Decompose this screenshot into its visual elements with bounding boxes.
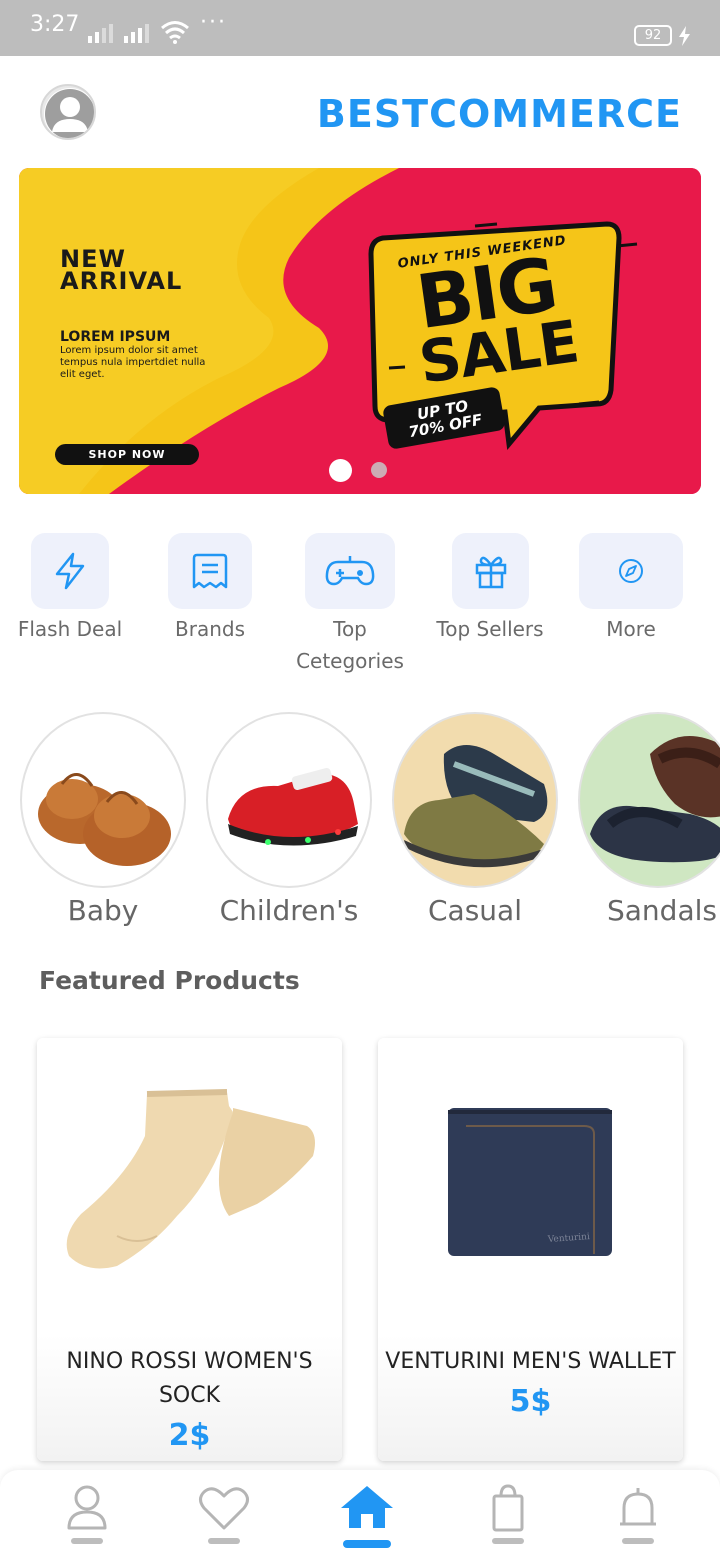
nav-cart[interactable]: [478, 1484, 538, 1554]
nav-indicator: [208, 1538, 240, 1544]
category-childrens[interactable]: [206, 712, 372, 888]
top-categories-label: Top Cetegories: [270, 613, 430, 677]
compass-icon: [619, 559, 643, 583]
wifi-icon: [161, 21, 189, 44]
carousel-dot[interactable]: [371, 462, 387, 478]
nav-profile[interactable]: [57, 1484, 117, 1554]
category-sandals[interactable]: [578, 712, 720, 888]
category-sandals-label: Sandals: [607, 894, 717, 927]
banner-lorem-title: LOREM IPSUM: [60, 329, 171, 345]
bell-icon: [620, 1488, 656, 1526]
battery-icon: 92: [634, 25, 672, 46]
top-categories-label-line1: Top: [333, 617, 367, 641]
signal-icon: [88, 24, 113, 43]
top-categories-label-line2: Cetegories: [296, 649, 404, 673]
nav-indicator-active: [343, 1540, 391, 1548]
lightning-icon: [55, 552, 85, 590]
avatar[interactable]: [40, 84, 96, 140]
promo-banner[interactable]: NEW ARRIVAL LOREM IPSUM Lorem ipsum dolo…: [19, 168, 701, 494]
category-casual-label: Casual: [428, 894, 522, 927]
featured-products-title: Featured Products: [39, 966, 300, 995]
banner-arrival-text: ARRIVAL: [60, 267, 183, 295]
baby-shoes-image: [38, 773, 171, 866]
top-sellers-button[interactable]: [452, 533, 529, 609]
nav-indicator: [622, 1538, 654, 1544]
childrens-shoes-image: [228, 767, 358, 846]
status-more-dots: ···: [200, 10, 227, 35]
brands-button[interactable]: [168, 533, 252, 609]
profile-icon: [67, 1485, 107, 1530]
product-card[interactable]: Venturini VENTURINI MEN'S WALLET 5$: [378, 1038, 683, 1461]
brand-title: BESTCOMMERCE: [316, 92, 682, 136]
category-childrens-label: Children's: [219, 894, 359, 927]
product-price: 5$: [509, 1384, 552, 1419]
nav-indicator: [71, 1538, 103, 1544]
heart-icon: [199, 1487, 249, 1530]
product-card[interactable]: NINO ROSSI WOMEN'S SOCK 2$: [37, 1038, 342, 1461]
signal-icon: [124, 24, 149, 43]
shop-now-button[interactable]: SHOP NOW: [55, 444, 199, 465]
nav-favorites[interactable]: [194, 1484, 254, 1554]
top-categories-button[interactable]: [305, 533, 395, 609]
nav-notifications[interactable]: [608, 1484, 668, 1554]
category-baby[interactable]: [20, 712, 186, 888]
flash-deal-button[interactable]: [31, 533, 109, 609]
gamepad-icon: [325, 556, 375, 586]
sandals-image: [590, 736, 720, 863]
product-price: 2$: [168, 1418, 211, 1453]
status-bar: 3:27 ··· 92: [0, 0, 720, 56]
banner-new-arrival: NEW ARRIVAL: [60, 247, 183, 295]
receipt-icon: [192, 553, 228, 589]
more-label: More: [606, 617, 656, 641]
user-avatar-icon: [44, 88, 94, 138]
charging-icon: [679, 26, 690, 46]
product-name: NINO ROSSI WOMEN'S SOCK: [37, 1345, 342, 1413]
brands-label: Brands: [175, 617, 245, 641]
banner-lorem-body: Lorem ipsum dolor sit amet tempus nula i…: [60, 345, 206, 380]
status-time: 3:27: [30, 12, 80, 37]
wallet-image: Venturini: [448, 1108, 612, 1256]
nav-home[interactable]: [337, 1484, 397, 1554]
battery-level: 92: [644, 28, 662, 43]
category-casual[interactable]: [392, 712, 558, 888]
more-button[interactable]: [579, 533, 683, 609]
bottom-nav: [0, 1470, 720, 1560]
carousel-dot-active[interactable]: [329, 459, 352, 482]
casual-shoes-image: [404, 745, 548, 868]
product-name-line1: NINO ROSSI WOMEN'S: [66, 1349, 313, 1374]
sock-image: [66, 1089, 315, 1269]
gift-icon: [475, 556, 506, 589]
product-name: VENTURINI MEN'S WALLET: [385, 1349, 676, 1374]
product-name-line2: SOCK: [158, 1383, 221, 1408]
flash-deal-label: Flash Deal: [17, 617, 123, 641]
home-icon: [341, 1486, 393, 1528]
shopping-bag-icon: [492, 1484, 524, 1532]
nav-indicator: [492, 1538, 524, 1544]
category-baby-label: Baby: [67, 894, 139, 927]
top-sellers-label: Top Sellers: [436, 617, 544, 641]
